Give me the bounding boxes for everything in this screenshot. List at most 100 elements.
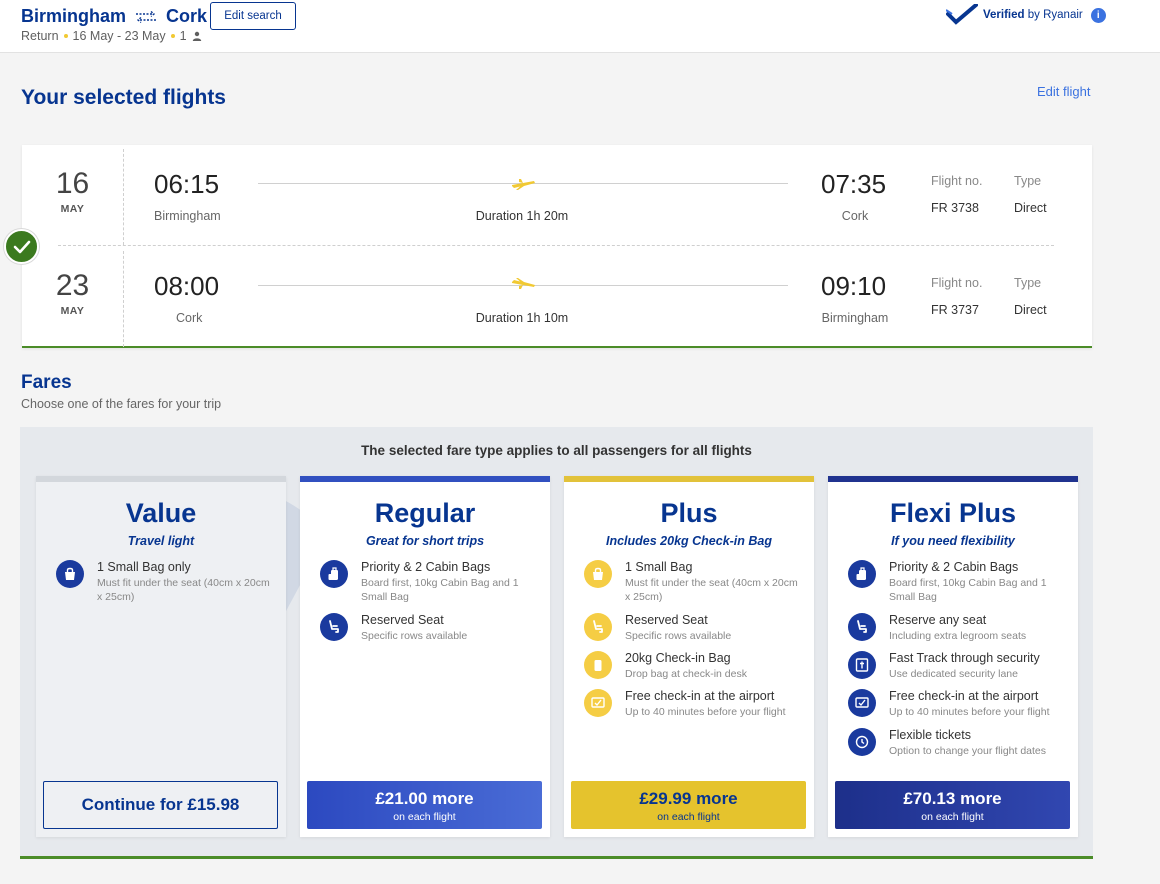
selected-flights-title: Your selected flights [21,86,226,109]
arrival-city: Birmingham [821,311,889,325]
flight-date: 23 MAY [22,251,124,347]
departure-city: Birmingham [154,209,221,223]
arrival-time: 09:10 [821,271,887,301]
verified-label: Verified [983,9,1025,21]
flight-type: Direct [1014,201,1047,215]
feature-title: 1 Small Bag only [97,560,191,574]
flight-duration: Duration 1h 10m [475,311,569,325]
flight-day: 16 [55,167,90,200]
feature-description: Up to 40 minutes before your flight [889,706,1050,718]
feature-title: Fast Track through security [889,651,1040,665]
departure-time: 06:15 [154,169,220,199]
flight-type-label: Type [1014,276,1042,290]
verified-by: by Ryanair [1027,9,1083,21]
feature-title: Priority & 2 Cabin Bags [361,560,491,574]
small-bag-icon [56,560,84,588]
flight-duration: Duration 1h 20m [475,209,569,223]
flight-leg-outbound[interactable]: 16 MAY 06:15 Birmingham Duration 1h 20m … [22,149,1092,245]
flexible-ticket-icon [848,728,876,756]
feature-description: Option to change your flight dates [889,745,1047,757]
departure-city: Cork [176,311,203,325]
feature-description: Specific rows available [361,630,468,642]
fare-price-note: on each flight [921,810,984,823]
select-plus-button[interactable]: £29.99 more on each flight [571,781,806,829]
feature-description: Use dedicated security lane [889,668,1018,680]
select-regular-button[interactable]: £21.00 more on each flight [307,781,542,829]
small-bag-icon [584,560,612,588]
feature-description: Board first, 10kg Cabin Bag and 1 Small … [361,577,519,603]
select-flexi-plus-button[interactable]: £70.13 more on each flight [835,781,1070,829]
feature-description: Drop bag at check-in desk [625,668,747,680]
top-bar: Birmingham Cork Return 16 May - 23 May 1… [0,0,1160,53]
continue-value-button[interactable]: Continue for £15.98 [43,781,278,829]
cabin-bags-icon [320,560,348,588]
fare-price: £29.99 more [639,788,738,808]
fare-price-note: on each flight [657,810,720,823]
flight-number: FR 3738 [931,201,979,215]
seat-icon [584,613,612,641]
edit-search-button[interactable]: Edit search [210,2,296,30]
seat-icon [320,613,348,641]
return-arrows-icon [136,10,157,23]
fare-price: £21.00 more [375,788,474,808]
passenger-count: 1 [179,29,187,43]
selected-flights-card: 16 MAY 06:15 Birmingham Duration 1h 20m … [22,145,1092,348]
check-in-bag-icon [584,651,612,679]
flight-number: FR 3737 [931,303,979,317]
flight-leg-return[interactable]: 23 MAY 08:00 Cork Duration 1h 10m 09:10 … [22,251,1092,347]
fare-name: Value [125,498,197,528]
fare-name: Regular [374,498,476,528]
info-icon[interactable]: i [1090,7,1106,23]
selected-check-icon [4,229,39,264]
person-icon [192,31,201,41]
fare-tagline: Travel light [127,534,195,548]
flight-type: Direct [1014,303,1047,317]
feature-title: Free check-in at the airport [625,689,775,703]
fare-tagline: Great for short trips [365,534,485,548]
fare-tagline: Includes 20kg Check-in Bag [605,534,773,548]
cabin-bags-icon [848,560,876,588]
feature-title: Reserved Seat [625,613,708,627]
separator-dot [170,34,175,38]
arrival-city: Cork [841,209,869,223]
flight-month: MAY [60,305,85,317]
feature-title: Reserved Seat [361,613,444,627]
verified-check-icon [946,4,978,25]
airport-check-in-icon [848,689,876,717]
trip-summary: Return 16 May - 23 May 1 [21,29,202,43]
fare-card-regular[interactable]: Regular Great for short trips Priority &… [300,476,550,837]
fast-track-icon [848,651,876,679]
origin-city: Birmingham [21,6,127,26]
flight-month: MAY [60,203,85,215]
departure-time: 08:00 [154,271,220,301]
feature-description: Must fit under the seat (40cm x 20cm x 2… [625,577,798,603]
feature-title: 1 Small Bag [625,560,693,574]
trip-dates: 16 May - 23 May [72,29,166,43]
feature-title: Free check-in at the airport [889,689,1039,703]
fare-card-value[interactable]: Value Travel light 1 Small Bag only Must… [36,476,286,837]
plane-arriving-icon [512,278,535,289]
feature-description: Including extra legroom seats [889,630,1027,642]
route-title: Birmingham Cork [21,6,207,27]
feature-description: Up to 40 minutes before your flight [625,706,786,718]
feature-description: Must fit under the seat (40cm x 20cm x 2… [97,577,270,603]
leg-divider [58,245,1054,246]
flight-number-label: Flight no. [931,174,983,188]
feature-description: Specific rows available [625,630,732,642]
feature-title: Priority & 2 Cabin Bags [889,560,1019,574]
fare-tagline: If you need flexibility [891,534,1015,548]
seat-icon [848,613,876,641]
fares-subtitle: Choose one of the fares for your trip [21,397,222,411]
fares-title: Fares [21,372,72,393]
fares-note: The selected fare type applies to all pa… [361,443,752,458]
verified-badge: Verified by Ryanair i [946,4,1106,26]
fare-card-flexi-plus[interactable]: Flexi Plus If you need flexibility Prior… [828,476,1078,837]
flight-number-label: Flight no. [931,276,983,290]
fare-card-plus[interactable]: Plus Includes 20kg Check-in Bag 1 Small … [564,476,814,837]
trip-type: Return [21,29,59,43]
edit-flight-link[interactable]: Edit flight [1037,84,1090,99]
flight-date: 16 MAY [22,149,124,245]
fare-name: Plus [660,498,718,528]
feature-title: Reserve any seat [889,613,987,627]
feature-title: Flexible tickets [889,728,971,742]
